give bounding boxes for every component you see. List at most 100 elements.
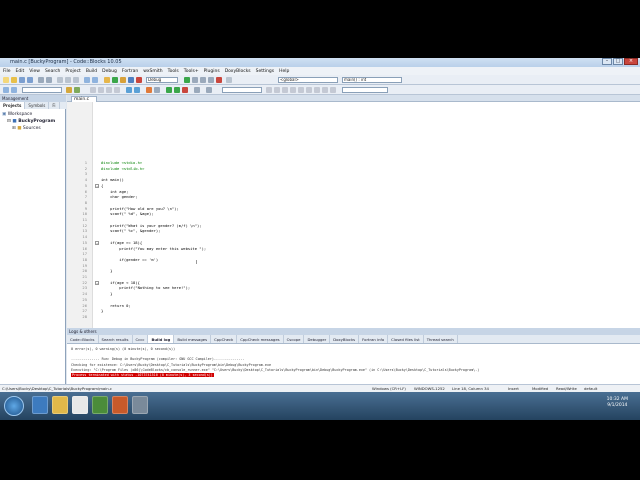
replace-icon[interactable] [92,77,98,83]
codeblocks-icon[interactable] [132,396,148,414]
media-icon[interactable] [112,396,128,414]
copy-icon[interactable] [65,77,71,83]
menu-item[interactable]: Search [45,69,60,74]
project-node[interactable]: ⊟ ■ BuckyProgram [7,119,55,124]
tool-icon-b[interactable] [274,87,280,93]
build-target-select[interactable]: Debug [146,77,178,83]
clock[interactable]: 10:32 AM 9/1/2014 [607,397,628,409]
tool-icon-f[interactable] [306,87,312,93]
log-tab[interactable]: Build messages [174,335,212,343]
step-into-icon[interactable] [200,77,206,83]
format-icon[interactable] [98,87,104,93]
management-tab[interactable]: Fi [49,102,60,109]
new-file-icon[interactable] [3,77,9,83]
html-icon[interactable] [146,87,152,93]
tool-icon-c[interactable] [282,87,288,93]
search-field[interactable] [22,87,62,93]
debug-icon[interactable] [184,77,190,83]
log-tab[interactable]: Closed files list [388,335,424,343]
explorer-icon[interactable] [52,396,68,414]
menu-item[interactable]: Help [279,69,289,74]
menu-item[interactable]: File [3,69,11,74]
menu-item[interactable]: wxSmith [143,69,162,74]
tool-icon-d[interactable] [290,87,296,93]
cut-icon[interactable] [57,77,63,83]
log-tab[interactable]: Cccc [133,335,149,343]
jump-back-icon[interactable] [3,87,9,93]
rebuild-icon[interactable] [128,77,134,83]
log-tab[interactable]: Cscope [284,335,305,343]
tool-icon-h[interactable] [322,87,328,93]
close-button[interactable]: × [624,58,638,65]
log-tab[interactable]: Build log [148,335,175,343]
symbol-select[interactable] [342,87,388,93]
highlight-icon[interactable] [66,87,72,93]
find-icon[interactable] [84,77,90,83]
log-tab[interactable]: DoxyBlocks [330,335,360,343]
match-icon[interactable] [74,87,80,93]
undo-icon[interactable] [38,77,44,83]
menu-item[interactable]: Project [65,69,80,74]
abort-icon[interactable] [136,77,142,83]
settings-icon[interactable] [206,87,212,93]
menu-item[interactable]: Settings [256,69,274,74]
menu-item[interactable]: DoxyBlocks [225,69,251,74]
jump-forward-icon[interactable] [11,87,17,93]
build-run-icon[interactable] [120,77,126,83]
run-fortran-icon[interactable] [166,87,172,93]
fold-toggle-icon[interactable]: − [95,280,99,285]
uncomment-icon[interactable] [114,87,120,93]
paste-icon[interactable] [73,77,79,83]
minimize-button[interactable]: – [602,58,612,65]
scope-select[interactable]: <global> [278,77,338,83]
save-all-icon[interactable] [27,77,33,83]
tool-icon-a[interactable] [266,87,272,93]
log-tab[interactable]: Thread search [424,335,458,343]
tool-icon-i[interactable] [330,87,336,93]
doxyblocks-icon[interactable] [126,87,132,93]
doxywizard-icon[interactable] [134,87,140,93]
build-icon[interactable] [104,77,110,83]
menu-item[interactable]: Build [86,69,97,74]
start-button-icon[interactable] [4,396,24,416]
log-tab[interactable]: Debugger [304,335,331,343]
tool-icon-e[interactable] [298,87,304,93]
management-tab[interactable]: Symbols [25,102,50,109]
fold-toggle-icon[interactable]: − [95,240,99,245]
app-icon[interactable] [92,396,108,414]
log-tab[interactable]: CppCheck messages [237,335,284,343]
log-tab[interactable]: Fortran info [359,335,389,343]
stop-debug-icon[interactable] [216,77,222,83]
menu-item[interactable]: Tools [168,69,179,74]
management-tab[interactable]: Projects [0,102,26,109]
sources-node[interactable]: ⊞ ■ Sources [12,126,41,131]
chrome-icon[interactable] [72,396,88,414]
menu-item[interactable]: Edit [16,69,25,74]
menu-item[interactable]: Debug [102,69,117,74]
next-icon[interactable] [174,87,180,93]
step-icon[interactable] [192,77,198,83]
log-tab[interactable]: CppCheck [211,335,238,343]
save-icon[interactable] [19,77,25,83]
prefs-icon[interactable] [154,87,160,93]
step-out-icon[interactable] [208,77,214,83]
extra-select[interactable] [222,87,262,93]
expand-icon[interactable]: ⊞ [12,126,16,131]
abc-icon[interactable] [90,87,96,93]
menu-item[interactable]: View [29,69,40,74]
expand-icon[interactable]: ⊟ [7,119,11,124]
menu-item[interactable]: Fortran [122,69,138,74]
tool-icon-g[interactable] [314,87,320,93]
debug-windows-icon[interactable] [226,77,232,83]
ie-icon[interactable] [32,396,48,414]
run-icon[interactable] [112,77,118,83]
log-tab[interactable]: Code::Blocks [67,335,99,343]
stop-icon[interactable] [182,87,188,93]
menu-item[interactable]: Plugins [204,69,220,74]
function-select[interactable]: main() : int [342,77,402,83]
comment-icon[interactable] [106,87,112,93]
fold-toggle-icon[interactable]: − [95,183,99,188]
redo-icon[interactable] [46,77,52,83]
maximize-button[interactable]: □ [613,58,623,65]
options-icon[interactable] [194,87,200,93]
